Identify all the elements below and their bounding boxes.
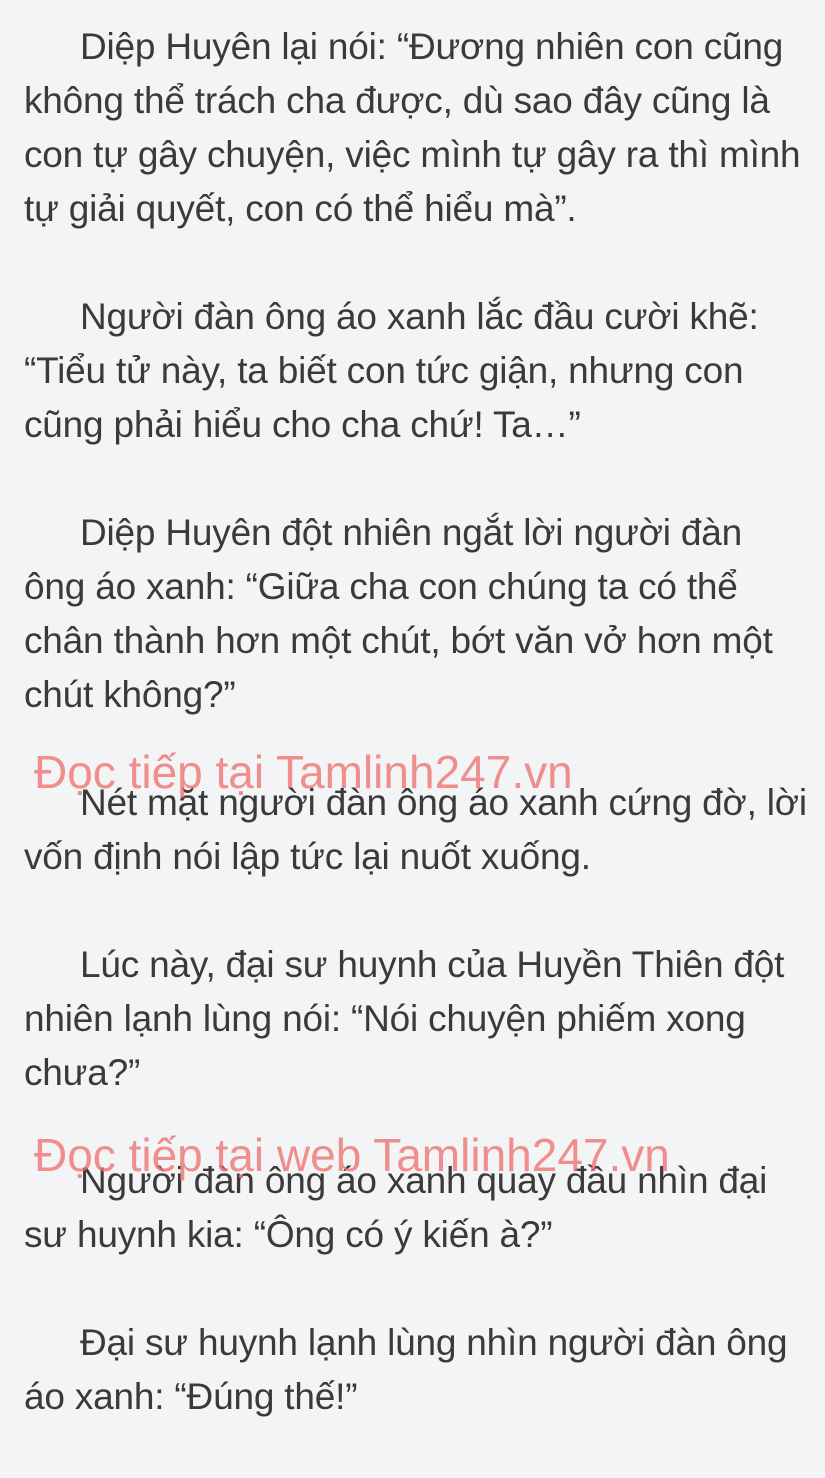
reader-page: { "paragraphs": [ "Diệp Huyên lại nói: “… — [0, 0, 825, 1437]
paragraph: Người đàn ông áo xanh quay đầu nhìn đại … — [24, 1160, 768, 1255]
paragraph: Đại sư huynh lạnh lùng nhìn người đàn ôn… — [24, 1322, 788, 1417]
paragraph: Lúc này, đại sư huynh của Huyền Thiên độ… — [24, 944, 785, 1093]
paragraph: Nét mặt người đàn ông áo xanh cứng đờ, l… — [24, 782, 807, 877]
paragraph: Diệp Huyên đột nhiên ngắt lời người đàn … — [24, 512, 773, 715]
paragraph: Người đàn ông áo xanh lắc đầu cười khẽ: … — [24, 296, 759, 445]
story-content: Diệp Huyên lại nói: “Đương nhiên con cũn… — [24, 20, 808, 1478]
paragraph: Diệp Huyên lại nói: “Đương nhiên con cũn… — [24, 26, 801, 229]
